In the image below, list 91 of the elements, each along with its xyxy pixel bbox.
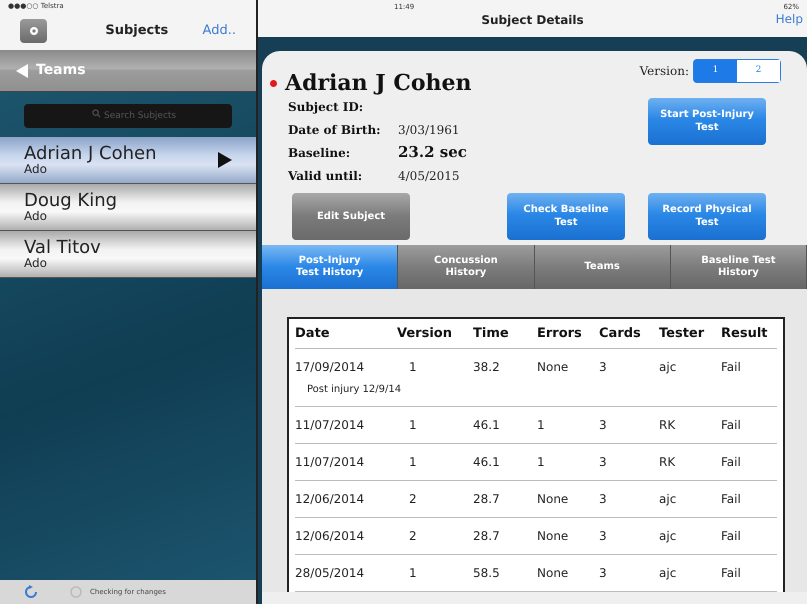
- version-label: Version:: [640, 63, 689, 80]
- column-header: Result: [721, 324, 768, 343]
- table-cell-text: None: [537, 359, 570, 376]
- history-tab[interactable]: Teams: [534, 245, 671, 289]
- table-cell-text: None: [537, 565, 570, 582]
- help-link[interactable]: Help: [776, 10, 803, 28]
- start-test-button[interactable]: Start Post-Injury Test: [648, 98, 766, 145]
- row-note: Post injury 12/9/14: [306, 383, 402, 397]
- table-cell-text: Fail: [721, 565, 742, 582]
- version-segment[interactable]: 1: [694, 60, 737, 82]
- sidebar-title: Subjects: [105, 22, 168, 40]
- column-header: Cards: [599, 324, 642, 343]
- field-value: 23.2 sec: [398, 142, 467, 164]
- table-cell-text: 3: [599, 565, 608, 582]
- refresh-icon[interactable]: [24, 585, 38, 599]
- column-header: Errors: [537, 324, 583, 343]
- subject-item[interactable]: Doug King Ado: [0, 184, 256, 231]
- search-icon: [92, 109, 101, 118]
- table-cell-text: Fail: [721, 454, 742, 471]
- teams-back-button[interactable]: Teams: [0, 50, 256, 92]
- record-physical-button[interactable]: Record Physical Test: [648, 193, 766, 240]
- table-cell-text: 46.1: [473, 454, 501, 471]
- table-cell-text: Fail: [721, 359, 742, 376]
- table-cell-text: ajc: [659, 565, 678, 582]
- table-cell-text: 3: [599, 417, 608, 434]
- subject-name: Doug King: [24, 192, 118, 210]
- table-cell-text: 28.7: [473, 491, 501, 508]
- settings-icon: [28, 25, 40, 37]
- field-value: 3/03/1961: [398, 122, 460, 138]
- edit-subject-button[interactable]: Edit Subject: [292, 193, 410, 240]
- field-label: Subject ID:: [288, 98, 364, 116]
- table-cell-text: 3: [599, 528, 608, 545]
- table-cell-text: 11/07/2014: [295, 454, 366, 471]
- table-cell-text: RK: [659, 454, 676, 471]
- table-cell-text: 1: [537, 417, 546, 434]
- check-baseline-button[interactable]: Check Baseline Test: [507, 193, 625, 240]
- spinner-icon: [70, 586, 82, 598]
- history-tab[interactable]: Post-Injury Test History: [262, 245, 398, 289]
- table-cell-text: 28/05/2014: [295, 565, 366, 582]
- table-cell-text: 58.5: [473, 565, 501, 582]
- table-cell-text: Fail: [721, 528, 742, 545]
- table-cell-text: 1: [408, 454, 418, 471]
- table-cell-text: 17/09/2014: [295, 359, 366, 376]
- field-label: Baseline:: [288, 144, 352, 162]
- table-cell-text: 3: [599, 359, 608, 376]
- table-cell-text: ajc: [659, 359, 678, 376]
- column-header: Time: [473, 324, 510, 343]
- table-cell-text: 38.2: [473, 359, 501, 376]
- search-field[interactable]: Search Subjects: [24, 104, 232, 128]
- table-cell-text: 2: [408, 528, 418, 545]
- subject-name: Adrian J Cohen: [24, 145, 156, 163]
- back-arrow-icon: [16, 64, 28, 78]
- subject-item[interactable]: Val Titov Ado: [0, 231, 256, 278]
- subject-team: Ado: [24, 210, 47, 222]
- page-title: Subject Details: [481, 12, 584, 30]
- table-cell-text: 28.7: [473, 528, 501, 545]
- table-cell-text: 1: [537, 454, 546, 471]
- field-label: Date of Birth:: [288, 122, 382, 138]
- table-cell-text: 1: [408, 417, 418, 434]
- table-cell-text: 46.1: [473, 417, 501, 434]
- table-cell-text: RK: [659, 417, 676, 434]
- subject-item[interactable]: Adrian J Cohen Ado: [0, 137, 256, 184]
- column-header: Tester: [659, 324, 706, 343]
- settings-button[interactable]: [20, 19, 47, 43]
- history-tab[interactable]: Baseline Test History: [670, 245, 807, 289]
- table-cell-text: Fail: [721, 491, 742, 508]
- table-cell-text: 3: [599, 491, 608, 508]
- subject-team: Ado: [24, 257, 48, 269]
- table-cell-text: 1: [408, 565, 418, 582]
- field-label: Valid until:: [288, 168, 364, 184]
- table-cell-text: 2: [408, 491, 418, 508]
- field-value: 4/05/2015: [398, 168, 460, 184]
- table-cell-text: 1: [408, 359, 418, 376]
- table-cell-text: 12/06/2014: [295, 528, 366, 545]
- table-cell-text: None: [537, 528, 570, 545]
- table-cell-text: ajc: [659, 528, 678, 545]
- table-cell-text: None: [537, 491, 570, 508]
- table-cell-text: Fail: [721, 417, 742, 434]
- play-arrow-icon: [218, 152, 232, 168]
- subject-title: Adrian J Cohen: [285, 69, 472, 98]
- column-header: Date: [295, 324, 331, 343]
- table-cell-text: 11/07/2014: [295, 417, 366, 434]
- column-header: Version: [397, 324, 453, 343]
- add-link[interactable]: Add..: [202, 21, 236, 41]
- subject-name: Val Titov: [24, 239, 101, 257]
- table-cell-text: ajc: [659, 491, 678, 508]
- table-cell-text: 12/06/2014: [295, 491, 366, 508]
- table-cell-text: 3: [599, 454, 608, 471]
- version-segment[interactable]: 2: [737, 60, 780, 82]
- history-tab[interactable]: Concussion History: [398, 245, 534, 289]
- subject-team: Ado: [24, 163, 48, 175]
